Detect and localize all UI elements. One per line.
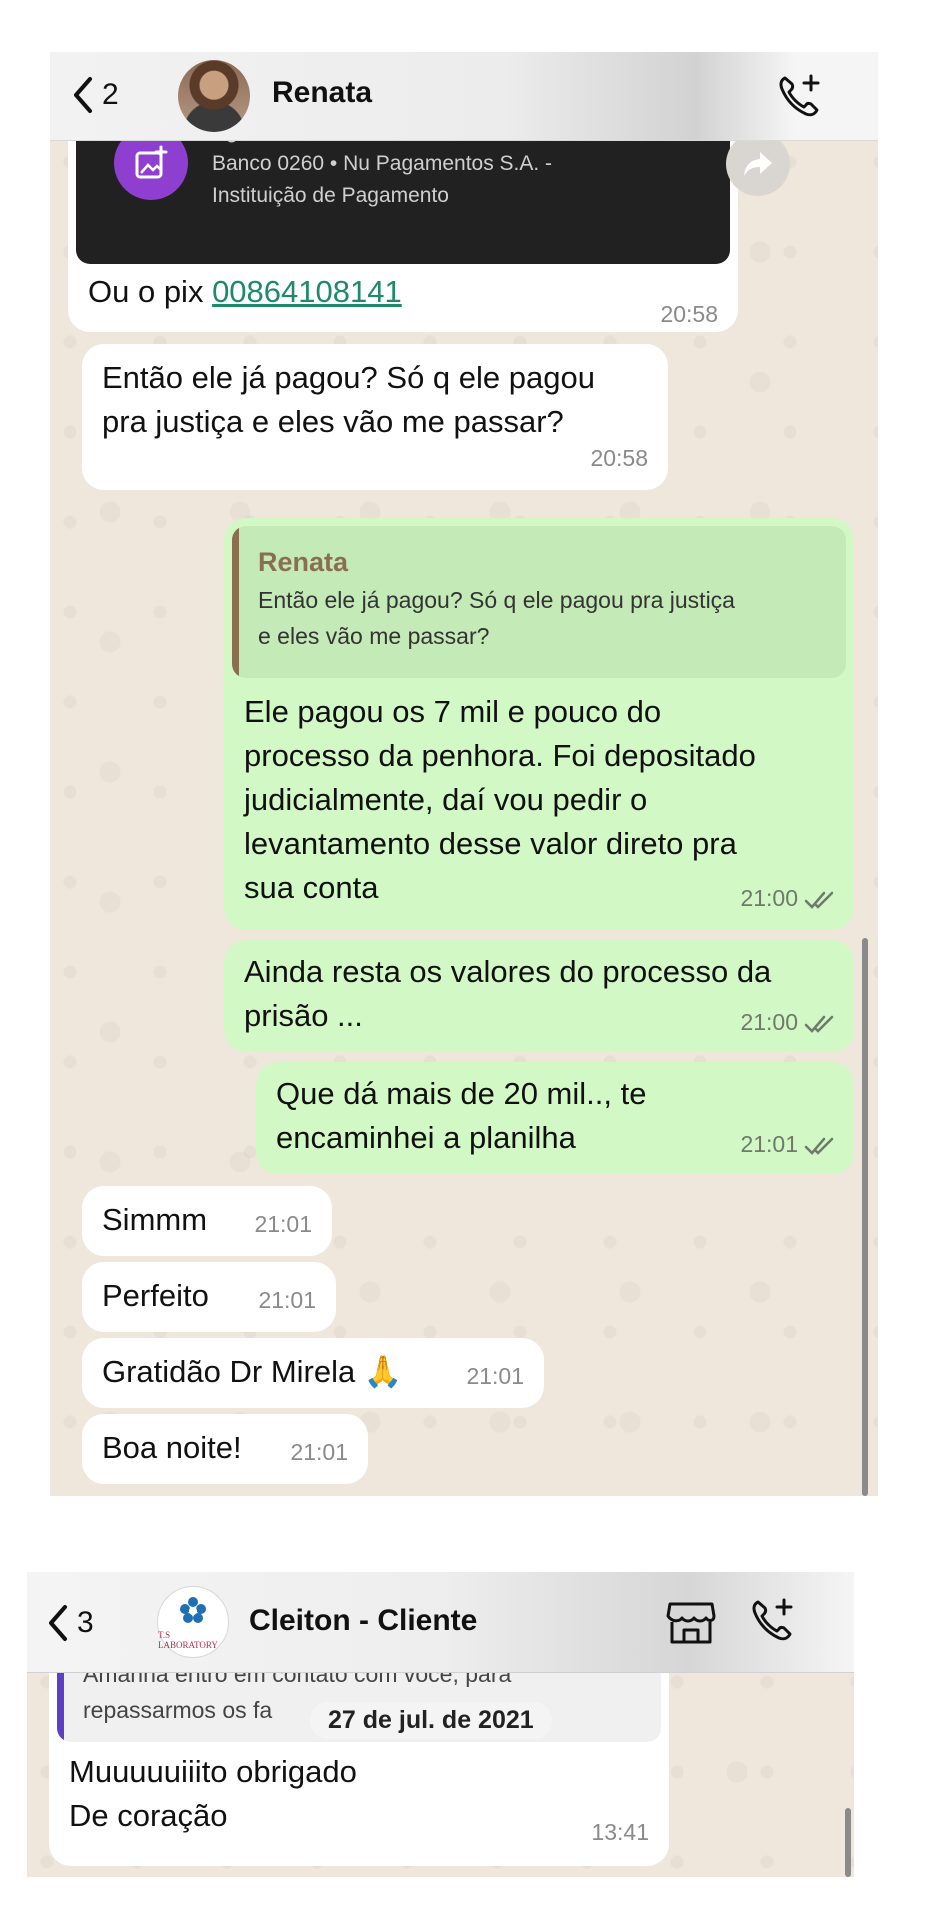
double-check-icon bbox=[804, 1137, 834, 1155]
message-bubble[interactable]: Amanhã entro em contato com você, para r… bbox=[49, 1644, 669, 1866]
chat-screen-cleiton: 3 T.S LABORATORY Cleiton - Cliente Amanh… bbox=[27, 1572, 854, 1877]
add-call-icon[interactable] bbox=[748, 1596, 796, 1644]
quote-text: Então ele já pagou? Só q ele pagou pra j… bbox=[258, 582, 828, 654]
forward-icon bbox=[744, 152, 772, 176]
add-call-icon[interactable] bbox=[775, 72, 823, 120]
back-button[interactable]: 2 bbox=[72, 76, 119, 114]
quote-line: Então ele já pagou? Só q ele pagou pra j… bbox=[258, 587, 735, 613]
message-bubble[interactable]: Perfeito 21:01 bbox=[82, 1262, 336, 1332]
double-check-icon bbox=[804, 1015, 834, 1033]
message-text: Simmm bbox=[102, 1202, 208, 1237]
message-bubble-reply[interactable]: Renata Então ele já pagou? Só q ele pago… bbox=[224, 518, 854, 930]
quoted-message[interactable]: Renata Então ele já pagou? Só q ele pago… bbox=[232, 526, 846, 678]
quote-author: Renata bbox=[258, 547, 349, 577]
quote-accent-bar bbox=[232, 526, 239, 678]
message-text: Gratidão Dr Mirela 🙏 bbox=[102, 1354, 403, 1389]
message-text: Ele pagou os 7 mil e pouco do processo d… bbox=[244, 690, 756, 910]
message-time: 21:00 bbox=[740, 1009, 798, 1035]
message-meta: 21:00 bbox=[740, 1000, 836, 1044]
contact-name[interactable]: Cleiton - Cliente bbox=[249, 1604, 477, 1638]
message-bubble[interactable]: Gratidão Dr Mirela 🙏 21:01 bbox=[82, 1338, 544, 1408]
message-time: 20:58 bbox=[660, 301, 718, 327]
pix-text: Ou o pix 00864108141 bbox=[88, 270, 402, 314]
message-meta: 21:00 bbox=[740, 876, 836, 920]
message-bubble[interactable]: Ainda resta os valores do processo da pr… bbox=[224, 940, 854, 1052]
message-line: pra justiça e eles vão me passar? bbox=[102, 404, 564, 439]
bank-line-3: Instituição de Pagamento bbox=[212, 184, 449, 207]
message-line: Que dá mais de 20 mil.., te bbox=[276, 1076, 647, 1111]
forward-button[interactable] bbox=[726, 132, 790, 196]
chevron-left-icon bbox=[49, 1605, 67, 1641]
contact-name[interactable]: Renata bbox=[272, 76, 372, 110]
message-line: De coração bbox=[69, 1798, 228, 1833]
chat-screen-renata: 2 Renata Agência 0001 • Conta 71755541-0… bbox=[50, 52, 878, 1496]
scrollbar[interactable] bbox=[862, 938, 868, 1496]
message-text: Muuuuuiiito obrigado De coração bbox=[69, 1750, 357, 1838]
message-bubble[interactable]: Então ele já pagou? Só q ele pagou pra j… bbox=[82, 344, 668, 490]
message-time: 21:00 bbox=[740, 885, 798, 911]
message-line: Muuuuuiiito obrigado bbox=[69, 1754, 357, 1789]
message-line: Ele pagou os 7 mil e pouco do bbox=[244, 694, 662, 729]
message-text: Perfeito bbox=[102, 1278, 209, 1313]
chevron-left-icon bbox=[74, 77, 92, 113]
quote-line: e eles vão me passar? bbox=[258, 623, 490, 649]
message-line: Ainda resta os valores do processo da bbox=[244, 954, 772, 989]
message-bubble[interactable]: Boa noite! 21:01 bbox=[82, 1414, 368, 1484]
chat-header: 2 Renata bbox=[50, 52, 878, 141]
logo-text: T.S LABORATORY bbox=[158, 1630, 218, 1650]
message-bubble[interactable]: Que dá mais de 20 mil.., te encaminhei a… bbox=[256, 1062, 854, 1174]
message-meta: 21:01 bbox=[740, 1122, 836, 1166]
message-line: processo da penhora. Foi depositado bbox=[244, 738, 756, 773]
message-line: levantamento desse valor direto pra bbox=[244, 826, 737, 861]
scrollbar[interactable] bbox=[845, 1808, 851, 1877]
avatar[interactable] bbox=[178, 60, 250, 132]
message-bubble[interactable]: Simmm 21:01 bbox=[82, 1186, 332, 1256]
unread-count: 2 bbox=[102, 78, 119, 111]
message-line: sua conta bbox=[244, 870, 379, 905]
pix-link[interactable]: 00864108141 bbox=[212, 274, 402, 309]
date-separator: 27 de jul. de 2021 bbox=[310, 1702, 552, 1739]
laboratory-logo-icon bbox=[180, 1597, 206, 1623]
bank-line-2: Banco 0260 • Nu Pagamentos S.A. - bbox=[212, 152, 553, 175]
quote-line-start: repassarmos os fa bbox=[83, 1697, 273, 1723]
double-check-icon bbox=[804, 891, 834, 909]
message-time: 21:01 bbox=[290, 1439, 348, 1465]
avatar[interactable]: T.S LABORATORY bbox=[157, 1586, 229, 1658]
unread-count: 3 bbox=[77, 1606, 94, 1639]
message-time: 21:01 bbox=[740, 1131, 798, 1157]
message-text: Boa noite! bbox=[102, 1430, 242, 1465]
message-time: 21:01 bbox=[258, 1287, 316, 1313]
back-button[interactable]: 3 bbox=[47, 1604, 94, 1642]
chat-header: 3 T.S LABORATORY Cleiton - Cliente bbox=[27, 1572, 854, 1673]
message-time: 20:58 bbox=[590, 445, 648, 471]
message-time: 21:01 bbox=[466, 1363, 524, 1389]
message-bubble-pix[interactable]: Agência 0001 • Conta 71755541-0 Banco 02… bbox=[68, 112, 738, 332]
message-time: 13:41 bbox=[591, 1819, 649, 1845]
store-icon[interactable] bbox=[666, 1600, 716, 1646]
message-line: judicialmente, daí vou pedir o bbox=[244, 782, 648, 817]
pix-prefix: Ou o pix bbox=[88, 274, 213, 309]
message-time: 21:01 bbox=[254, 1211, 312, 1237]
message-line: Então ele já pagou? Só q ele pagou bbox=[102, 360, 595, 395]
